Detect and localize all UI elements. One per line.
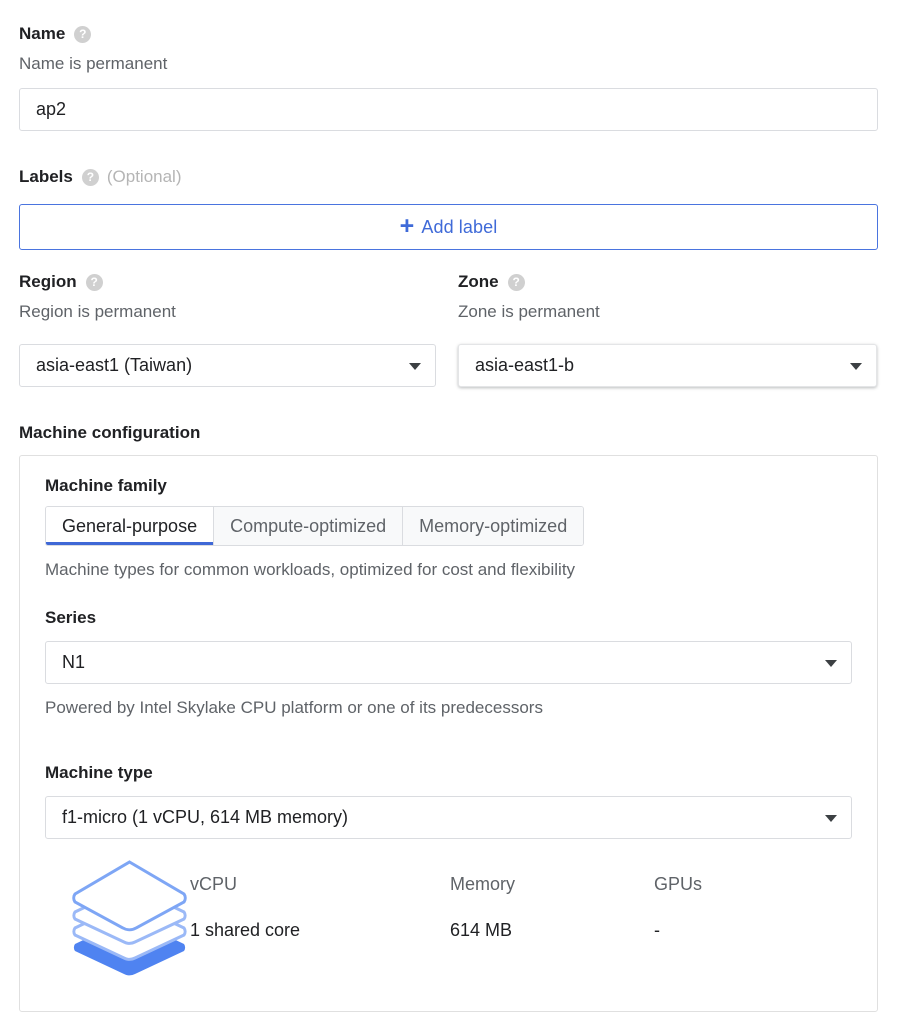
labels-label-text: Labels [19,167,73,186]
region-label-text: Region [19,272,77,291]
name-input-wrapper [19,88,878,131]
region-select[interactable]: asia-east1 (Taiwan) [19,344,436,387]
name-hint: Name is permanent [19,54,168,73]
layers-stack-icon [62,854,197,982]
help-icon[interactable]: ? [507,273,525,291]
spec-columns: vCPU 1 shared core Memory 614 MB GPUs - [190,873,814,941]
help-icon[interactable]: ? [85,273,103,291]
spec-value-memory: 614 MB [450,920,513,940]
series-description: Powered by Intel Skylake CPU platform or… [45,698,543,717]
zone-label: Zone ? [458,272,525,292]
name-label: Name ? [19,24,92,44]
tab-compute-optimized-label: Compute-optimized [230,515,387,536]
name-label-text: Name [19,24,66,43]
chevron-down-icon [850,362,862,370]
help-icon[interactable]: ? [74,25,92,43]
machine-family-description: Machine types for common workloads, opti… [45,560,576,579]
tab-memory-optimized[interactable]: Memory-optimized [403,507,584,545]
zone-hint: Zone is permanent [458,302,600,321]
zone-label-text: Zone [458,272,499,291]
zone-select-value: asia-east1-b [475,355,575,375]
spec-header-gpus: GPUs [654,874,703,894]
machine-configuration-card: Machine family General-purpose Compute-o… [19,455,878,1012]
region-label: Region ? [19,272,103,292]
spec-column-gpus: GPUs - [654,873,814,941]
spec-header-memory: Memory [450,874,516,894]
machine-family-title: Machine family [45,476,167,495]
help-icon[interactable]: ? [81,168,99,186]
series-select[interactable]: N1 [45,641,852,684]
spec-value-gpus: - [654,920,660,940]
series-title: Series [45,608,97,627]
spec-value-vcpu: 1 shared core [190,920,301,940]
zone-select[interactable]: asia-east1-b [458,344,877,387]
name-input[interactable] [19,88,878,131]
spec-column-vcpu: vCPU 1 shared core [190,873,450,941]
add-label-button-text: Add label [421,216,498,237]
spec-header-vcpu: vCPU [190,874,238,894]
labels-label: Labels ? (Optional) [19,167,182,187]
spec-column-memory: Memory 614 MB [450,873,654,941]
create-instance-form: Name ? Name is permanent Labels ? (Optio… [0,0,897,1024]
plus-icon: + [399,211,415,240]
machine-family-tabs: General-purpose Compute-optimized Memory… [45,506,585,546]
machine-type-title: Machine type [45,763,153,782]
tab-general-purpose[interactable]: General-purpose [46,507,215,545]
region-hint: Region is permanent [19,302,176,321]
tab-memory-optimized-label: Memory-optimized [419,515,568,536]
machine-type-select-value: f1-micro (1 vCPU, 614 MB memory) [62,807,349,827]
tab-general-purpose-label: General-purpose [62,515,198,536]
add-label-button[interactable]: + Add label [19,204,878,250]
region-select-value: asia-east1 (Taiwan) [36,355,193,375]
series-select-value: N1 [62,652,86,672]
chevron-down-icon [825,814,837,822]
chevron-down-icon [409,362,421,370]
machine-configuration-title: Machine configuration [19,423,201,442]
machine-type-select[interactable]: f1-micro (1 vCPU, 614 MB memory) [45,796,852,839]
labels-optional-text: (Optional) [106,167,182,186]
tab-compute-optimized[interactable]: Compute-optimized [214,507,404,545]
chevron-down-icon [825,659,837,667]
